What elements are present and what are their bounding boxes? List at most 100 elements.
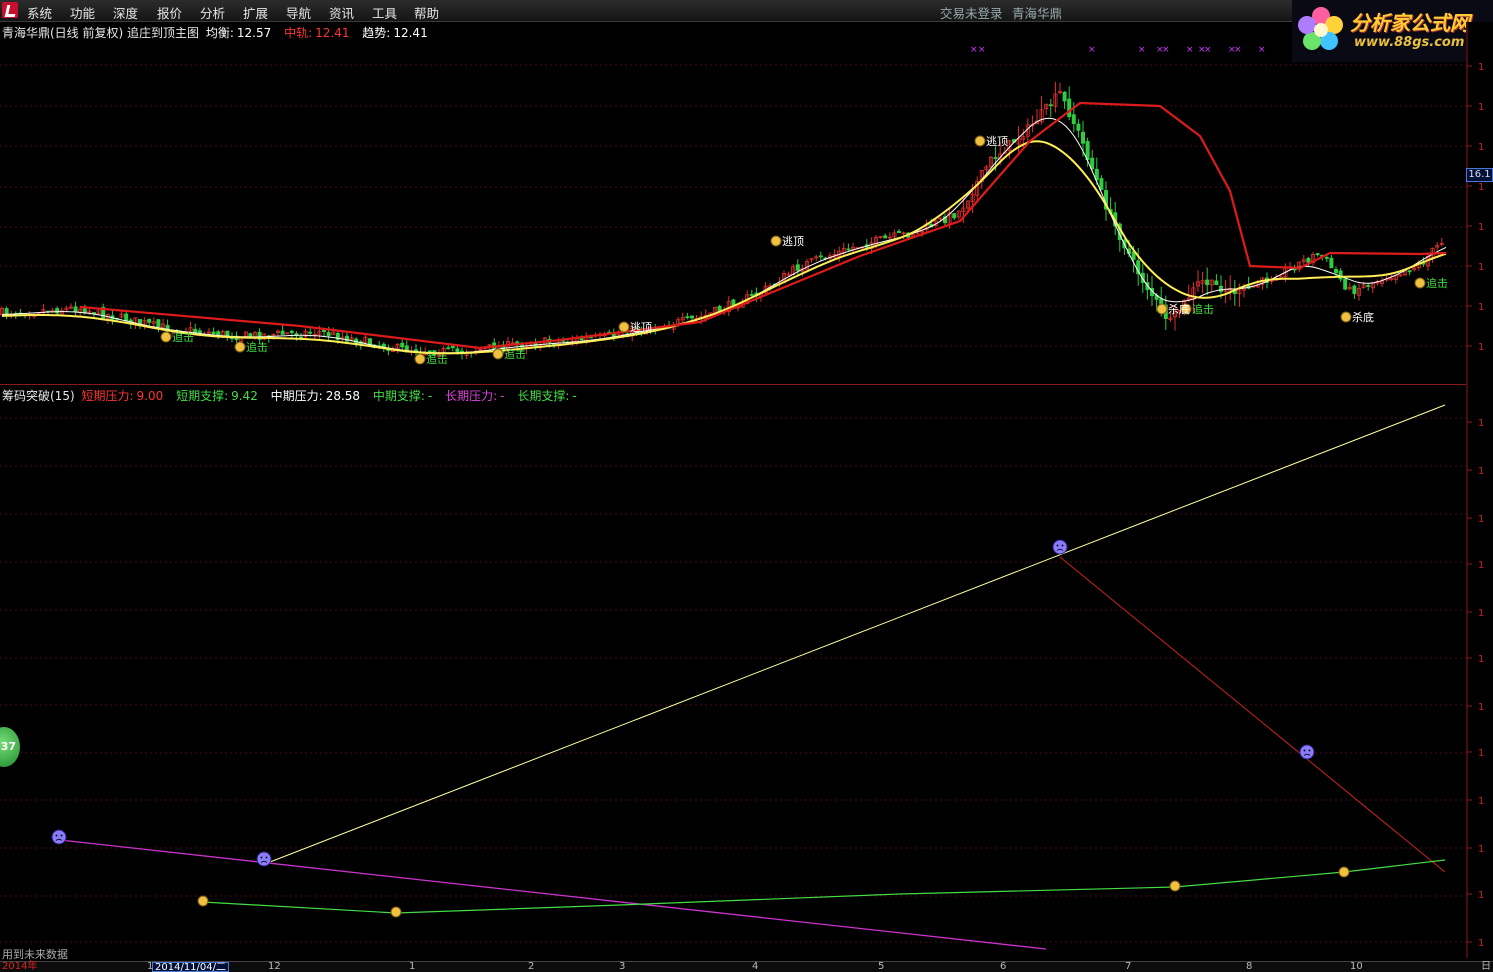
signal-mark-icon: × xyxy=(1186,45,1194,55)
candle-body xyxy=(1334,268,1339,274)
axis-tick-label: 1 xyxy=(1478,302,1484,313)
candle-body xyxy=(326,332,331,337)
coin-icon xyxy=(234,341,246,353)
candle-body xyxy=(1081,131,1086,144)
candle-body xyxy=(446,347,451,350)
time-axis[interactable]: 2014年 2014/11/04/二 1 12 1 2 3 4 5 6 7 8 … xyxy=(0,961,1493,972)
signal-label: 追击 xyxy=(1426,276,1448,290)
menu-tools[interactable]: 工具 xyxy=(372,3,397,22)
chip-breakthrough-chart[interactable] xyxy=(0,402,1466,958)
time-label: 10 xyxy=(1350,961,1363,972)
candle-body xyxy=(73,306,78,313)
menu-function[interactable]: 功能 xyxy=(70,3,95,22)
candle-body xyxy=(298,336,303,339)
signal-mark-icon: × xyxy=(1234,45,1242,55)
long-support-label: 长期支撑: xyxy=(517,389,570,403)
menu-help[interactable]: 帮助 xyxy=(414,3,439,22)
candle-body xyxy=(690,315,695,319)
face-eye xyxy=(60,834,63,837)
menu-quote[interactable]: 报价 xyxy=(157,3,182,22)
signal-label: 追击 xyxy=(504,347,526,361)
coin-icon xyxy=(197,895,209,907)
signal-mark-icon: × xyxy=(1162,45,1170,55)
short-pressure-value: 9.00 xyxy=(136,389,164,403)
candle-body xyxy=(897,231,902,234)
candle-body xyxy=(197,330,202,334)
time-label: 4 xyxy=(752,961,759,972)
balance-value: 12.57 xyxy=(236,26,272,40)
coin-icon xyxy=(390,906,402,918)
coin-icon xyxy=(1156,303,1168,315)
time-label: 8 xyxy=(1246,961,1253,972)
signal-label: 逃顶 xyxy=(986,135,1008,148)
candle-body xyxy=(685,316,690,318)
axis-tick-label: 1 xyxy=(1478,654,1484,665)
coin-icon xyxy=(1169,880,1181,892)
candle-body xyxy=(137,319,142,324)
time-label: 3 xyxy=(619,961,626,972)
mid-label: 中轨: xyxy=(284,26,313,40)
current-price-tag: 16.1 xyxy=(1466,168,1493,182)
menu-navigate[interactable]: 导航 xyxy=(286,3,311,22)
candle-body xyxy=(156,319,161,328)
signal-mark-icon: × xyxy=(1204,45,1212,55)
menu-analysis[interactable]: 分析 xyxy=(200,3,225,22)
menu-info[interactable]: 资讯 xyxy=(329,3,354,22)
axis-tick-label: 1 xyxy=(1478,102,1484,113)
coin-icon xyxy=(1340,311,1352,323)
axis-tick-label: 1 xyxy=(1478,466,1484,477)
candle-body xyxy=(749,294,754,296)
coin-icon xyxy=(1338,866,1350,878)
time-label: 日 xyxy=(1481,961,1491,972)
candle-body xyxy=(367,338,372,345)
axis-tick-label: 1 xyxy=(1478,182,1484,193)
year-label: 2014年 xyxy=(2,961,38,972)
face-eye xyxy=(1056,544,1059,547)
candle-body xyxy=(1315,253,1320,256)
face-icon xyxy=(1299,744,1315,760)
candle-body xyxy=(308,331,313,334)
candle-body xyxy=(883,235,888,239)
trend-line xyxy=(1,117,1447,354)
brand-title: 分析家公式网 xyxy=(1350,11,1470,35)
face-eye xyxy=(260,856,263,859)
signal-label: 杀底 xyxy=(1168,302,1190,316)
candle-body xyxy=(193,328,198,333)
axis-tick-label: 1 xyxy=(1478,748,1484,759)
login-status[interactable]: 交易未登录 xyxy=(940,3,1003,22)
candle-body xyxy=(993,157,998,160)
mid-pressure-line xyxy=(269,404,1446,863)
candle-body xyxy=(1352,285,1357,294)
app-logo-icon[interactable] xyxy=(2,2,18,18)
menu-extend[interactable]: 扩展 xyxy=(243,3,268,22)
short-pressure-label: 短期压力: xyxy=(81,389,134,403)
axis-tick-label: 1 xyxy=(1478,514,1484,525)
time-label: 6 xyxy=(1000,961,1007,972)
face-icon xyxy=(1052,539,1068,555)
menu-depth[interactable]: 深度 xyxy=(113,3,138,22)
mid-pressure-value: 28.58 xyxy=(325,389,361,403)
candle-body xyxy=(1076,123,1081,131)
coin-icon xyxy=(414,353,426,365)
axis-tick-label: 1 xyxy=(1478,608,1484,619)
candle-body xyxy=(1085,141,1090,161)
price-axis[interactable]: 1 1 1 1 1 1 1 1 1 1 1 1 1 1 1 1 1 1 1 1 xyxy=(1466,22,1493,958)
support-line xyxy=(202,859,1446,914)
long-pressure-value: - xyxy=(500,389,505,403)
coin-icon xyxy=(770,235,782,247)
pane-divider[interactable] xyxy=(0,384,1493,385)
time-label: 5 xyxy=(878,961,885,972)
signal-mark-icon: × xyxy=(1088,45,1096,55)
candle-body xyxy=(147,319,152,323)
axis-tick-label: 1 xyxy=(1478,890,1484,901)
trend-label: 趋势: xyxy=(362,26,391,40)
coin-icon xyxy=(160,331,172,343)
balance-label: 均衡: xyxy=(205,26,234,40)
main-chart-title: 青海华鼎(日线 前复权) 追庄到顶主图 xyxy=(2,26,199,40)
face-eye xyxy=(55,834,58,837)
balance-line xyxy=(1,140,1447,355)
main-price-chart[interactable]: × × × × ×× × ×× ×× ×逃顶逃顶逃顶追击追击追击 追击追击追击杀底杀底 xyxy=(0,41,1466,383)
axis-tick-label: 1 xyxy=(1478,418,1484,429)
long-support-value: - xyxy=(572,389,577,403)
menu-system[interactable]: 系统 xyxy=(27,3,52,22)
